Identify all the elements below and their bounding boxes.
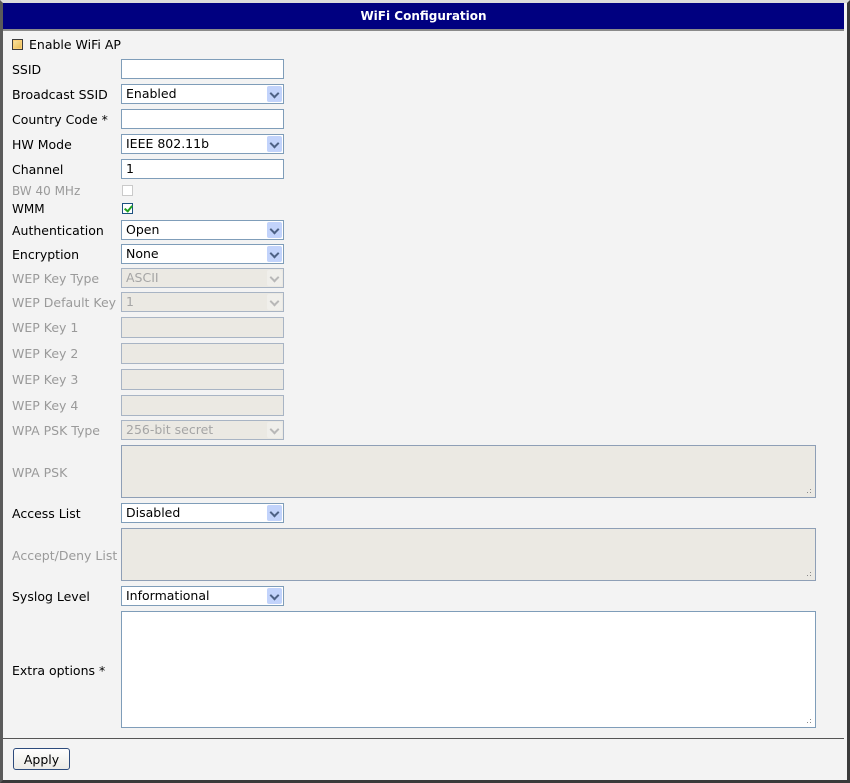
access-list-select[interactable]: Disabled — [121, 503, 284, 523]
wmm-label: WMM — [12, 202, 45, 216]
chevron-down-icon[interactable] — [267, 588, 282, 604]
wep-default-key-select[interactable]: 1 — [121, 292, 284, 312]
resize-grip-icon[interactable] — [803, 485, 813, 495]
wep-key-3-label: WEP Key 3 — [12, 372, 79, 387]
wep-default-key-value: 1 — [126, 294, 134, 309]
chevron-down-icon[interactable] — [267, 246, 282, 262]
hw-mode-select[interactable]: IEEE 802.11b — [121, 134, 284, 154]
chevron-down-icon — [267, 422, 282, 438]
wmm-checkbox[interactable] — [122, 203, 133, 214]
wep-key-type-select[interactable]: ASCII — [121, 268, 284, 288]
wep-key-2-input[interactable] — [121, 343, 284, 364]
resize-grip-icon[interactable] — [803, 568, 813, 578]
wep-key-type-label: WEP Key Type — [12, 271, 100, 286]
encryption-select[interactable]: None — [121, 244, 284, 264]
access-list-label: Access List — [12, 506, 81, 521]
wep-key-2-label: WEP Key 2 — [12, 346, 79, 361]
wpa-psk-type-select[interactable]: 256-bit secret — [121, 420, 284, 440]
country-code-input[interactable] — [121, 109, 284, 129]
country-code-label: Country Code * — [12, 112, 108, 127]
apply-button[interactable]: Apply — [13, 748, 70, 770]
resize-grip-icon[interactable] — [803, 715, 813, 725]
wpa-psk-label: WPA PSK — [12, 465, 68, 480]
broadcast-ssid-value: Enabled — [126, 86, 177, 101]
channel-input[interactable]: 1 — [121, 159, 284, 179]
wpa-psk-type-label: WPA PSK Type — [12, 423, 100, 438]
chevron-down-icon[interactable] — [267, 505, 282, 521]
broadcast-ssid-label: Broadcast SSID — [12, 87, 108, 102]
chevron-down-icon — [267, 294, 282, 310]
wep-key-1-input[interactable] — [121, 317, 284, 338]
hw-mode-label: HW Mode — [12, 137, 72, 152]
chevron-down-icon — [267, 270, 282, 286]
wep-key-4-input[interactable] — [121, 395, 284, 416]
encryption-label: Encryption — [12, 247, 80, 262]
chevron-down-icon[interactable] — [267, 136, 282, 152]
syslog-level-label: Syslog Level — [12, 589, 90, 604]
extra-options-label: Extra options * — [12, 663, 106, 678]
authentication-label: Authentication — [12, 223, 104, 238]
wpa-psk-textarea[interactable] — [121, 445, 816, 498]
page-title: WiFi Configuration — [3, 3, 844, 31]
access-list-value: Disabled — [126, 505, 181, 520]
hw-mode-value: IEEE 802.11b — [126, 136, 210, 151]
wpa-psk-type-value: 256-bit secret — [126, 422, 214, 437]
accept-deny-list-textarea[interactable] — [121, 528, 816, 581]
accept-deny-list-label: Accept/Deny List — [12, 548, 118, 563]
chevron-down-icon[interactable] — [267, 222, 282, 238]
syslog-level-value: Informational — [126, 588, 210, 603]
enable-wifi-ap-checkbox[interactable] — [12, 39, 23, 50]
broadcast-ssid-select[interactable]: Enabled — [121, 84, 284, 104]
wep-key-type-value: ASCII — [126, 270, 159, 285]
authentication-select[interactable]: Open — [121, 220, 284, 240]
channel-label: Channel — [12, 162, 64, 177]
wep-key-3-input[interactable] — [121, 369, 284, 390]
wep-key-4-label: WEP Key 4 — [12, 398, 79, 413]
bw-40mhz-label: BW 40 MHz — [12, 184, 81, 198]
enable-wifi-ap-label: Enable WiFi AP — [29, 37, 121, 52]
ssid-label: SSID — [12, 62, 42, 77]
authentication-value: Open — [126, 222, 160, 237]
wep-key-1-label: WEP Key 1 — [12, 320, 79, 335]
chevron-down-icon[interactable] — [267, 86, 282, 102]
ssid-input[interactable] — [121, 59, 284, 79]
bw-40mhz-checkbox[interactable] — [122, 185, 133, 196]
extra-options-textarea[interactable] — [121, 611, 816, 728]
syslog-level-select[interactable]: Informational — [121, 586, 284, 606]
divider — [3, 738, 844, 739]
encryption-value: None — [126, 246, 159, 261]
wep-default-key-label: WEP Default Key — [12, 295, 117, 310]
